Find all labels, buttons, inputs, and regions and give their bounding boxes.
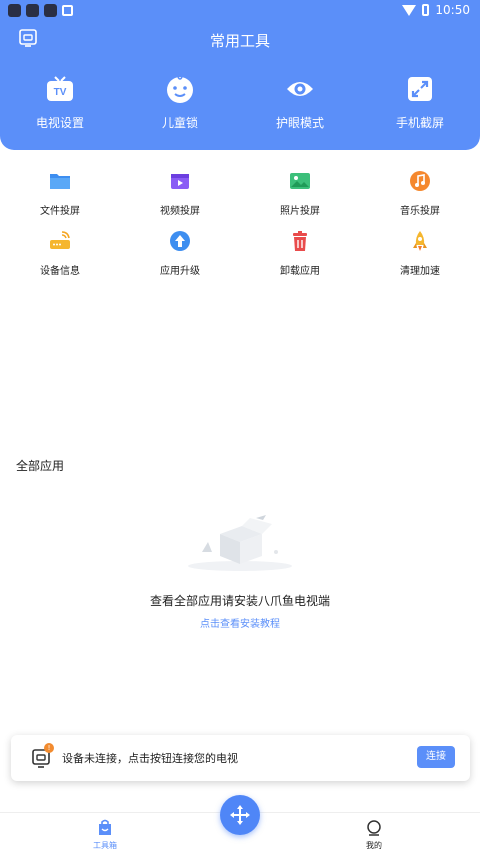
tool-label: 护眼模式 — [275, 116, 324, 130]
trash-icon — [289, 230, 311, 252]
tool-tv-settings[interactable]: TV 电视设置 — [0, 74, 120, 131]
photo-icon — [289, 170, 311, 192]
tool-label: 设备信息 — [40, 266, 80, 277]
connect-button[interactable]: 连接 — [417, 746, 455, 768]
tool-music-cast[interactable]: 音乐投屏 — [360, 170, 480, 230]
header: 常用工具 TV 电视设置 儿童锁 护眼模式 手机截屏 — [0, 22, 480, 150]
eye-icon — [285, 74, 315, 104]
notification-icon — [62, 5, 73, 16]
status-bar: 10:50 — [0, 0, 480, 22]
upgrade-icon — [169, 230, 191, 252]
page-title: 常用工具 — [209, 32, 270, 50]
tv-icon: TV — [45, 74, 75, 104]
nav-mine[interactable]: 我的 — [344, 819, 404, 851]
baby-face-icon — [165, 74, 195, 104]
tools-grid: 文件投屏 视频投屏 照片投屏 音乐投屏 设备信息 应用升级 卸载应用 清理加速 — [0, 170, 480, 290]
install-tutorial-link[interactable]: 点击查看安装教程 — [0, 615, 480, 630]
remote-control-button[interactable] — [220, 795, 260, 835]
rocket-icon — [409, 230, 431, 252]
empty-box-icon — [188, 515, 292, 571]
tool-child-lock[interactable]: 儿童锁 — [120, 74, 240, 131]
notification-icons — [8, 4, 73, 17]
tool-label: 手机截屏 — [395, 116, 444, 130]
tool-label: 照片投屏 — [280, 206, 320, 217]
tool-file-cast[interactable]: 文件投屏 — [0, 170, 120, 230]
tool-label: 视频投屏 — [160, 206, 200, 217]
tool-label: 电视设置 — [35, 116, 84, 130]
alert-badge: ! — [44, 743, 54, 753]
tool-label: 应用升级 — [160, 266, 200, 277]
tool-app-upgrade[interactable]: 应用升级 — [120, 230, 240, 290]
wifi-icon — [402, 4, 417, 16]
tool-device-info[interactable]: 设备信息 — [0, 230, 120, 290]
tool-clean-boost[interactable]: 清理加速 — [360, 230, 480, 290]
status-time: 10:50 — [435, 3, 470, 17]
svg-text:TV: TV — [54, 87, 67, 98]
tool-label: 清理加速 — [400, 266, 440, 277]
video-icon — [169, 170, 191, 192]
battery-icon — [422, 4, 430, 16]
tool-screenshot[interactable]: 手机截屏 — [360, 74, 480, 131]
screenshot-icon — [405, 74, 435, 104]
tool-video-cast[interactable]: 视频投屏 — [120, 170, 240, 230]
tool-label: 卸载应用 — [280, 266, 320, 277]
all-apps-title: 全部应用 — [16, 459, 65, 473]
toolbox-icon — [99, 819, 111, 835]
tool-photo-cast[interactable]: 照片投屏 — [240, 170, 360, 230]
profile-icon — [367, 820, 381, 836]
folder-icon — [49, 170, 71, 192]
connect-card: ! 设备未连接，点击按钮连接您的电视 连接 — [11, 735, 470, 781]
empty-message: 查看全部应用请安装八爪鱼电视端 — [149, 594, 330, 608]
nav-label: 工具箱 — [93, 841, 117, 850]
connect-message: 设备未连接，点击按钮连接您的电视 — [62, 752, 238, 765]
nav-toolbox[interactable]: 工具箱 — [75, 819, 135, 851]
nav-label: 我的 — [366, 841, 382, 850]
tool-uninstall-app[interactable]: 卸载应用 — [240, 230, 360, 290]
tool-label: 音乐投屏 — [400, 206, 440, 217]
router-icon — [49, 230, 71, 252]
tool-label: 文件投屏 — [40, 206, 80, 217]
notification-icon — [26, 4, 39, 17]
music-icon — [409, 170, 431, 192]
move-arrows-icon — [230, 805, 250, 825]
notification-icon — [44, 4, 57, 17]
tool-label: 儿童锁 — [161, 116, 198, 130]
tool-eye-protection[interactable]: 护眼模式 — [240, 74, 360, 131]
notification-icon — [8, 4, 21, 17]
